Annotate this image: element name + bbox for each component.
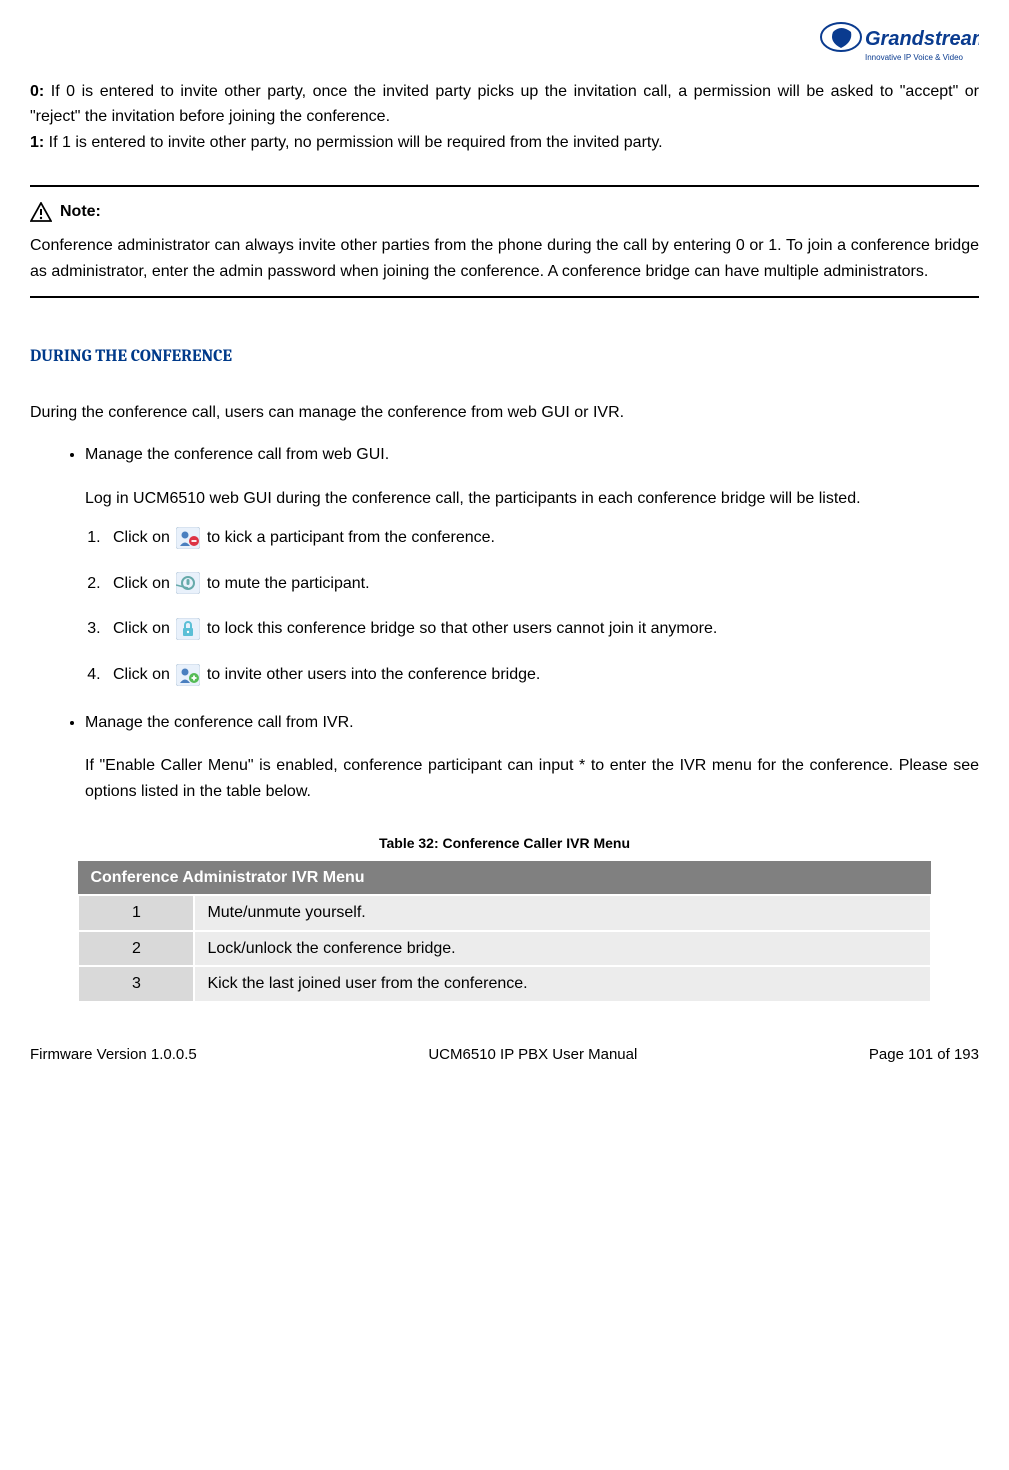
warning-icon — [30, 202, 52, 222]
mute-participant-icon — [176, 572, 200, 594]
table-header: Conference Administrator IVR Menu — [78, 861, 930, 896]
kick-participant-icon — [176, 527, 200, 549]
table-row: 3 Kick the last joined user from the con… — [78, 966, 930, 1002]
page-footer: Firmware Version 1.0.0.5 UCM6510 IP PBX … — [30, 1043, 979, 1067]
intro-paragraph: 0: If 0 is entered to invite other party… — [30, 79, 979, 156]
bullet-web-title: Manage the conference call from web GUI. — [85, 446, 389, 463]
invite-user-icon — [176, 664, 200, 686]
step-mute: Click on to mute the participant. — [105, 571, 979, 597]
bullet-web-gui: Manage the conference call from web GUI.… — [85, 442, 979, 688]
zero-text: If 0 is entered to invite other party, o… — [30, 83, 979, 126]
brand-logo: Grandstream Innovative IP Voice & Video — [819, 20, 979, 79]
table-caption: Table 32: Conference Caller IVR Menu — [30, 832, 979, 854]
note-text: Conference administrator can always invi… — [30, 233, 979, 284]
table-row: 2 Lock/unlock the conference bridge. — [78, 931, 930, 967]
step-lock: Click on to lock this conference bridge … — [105, 616, 979, 642]
ivr-desc: Kick the last joined user from the confe… — [194, 966, 930, 1002]
ivr-key: 1 — [78, 895, 194, 931]
bullet-ivr-title: Manage the conference call from IVR. — [85, 714, 354, 731]
one-text: If 1 is entered to invite other party, n… — [44, 134, 662, 151]
ivr-menu-table: Conference Administrator IVR Menu 1 Mute… — [77, 861, 931, 1003]
note-label: Note: — [60, 199, 101, 225]
note-box: Note: Conference administrator can alway… — [30, 185, 979, 298]
ivr-desc: Mute/unmute yourself. — [194, 895, 930, 931]
step-kick: Click on to kick a participant from the … — [105, 525, 979, 551]
ivr-key: 2 — [78, 931, 194, 967]
one-label: 1: — [30, 134, 44, 151]
footer-title: UCM6510 IP PBX User Manual — [428, 1043, 637, 1067]
table-row: 1 Mute/unmute yourself. — [78, 895, 930, 931]
lock-bridge-icon — [176, 618, 200, 640]
bullet-ivr-desc: If "Enable Caller Menu" is enabled, conf… — [85, 753, 979, 804]
footer-page: Page 101 of 193 — [869, 1043, 979, 1067]
logo-tagline-text: Innovative IP Voice & Video — [865, 53, 964, 62]
logo-brand-text: Grandstream — [865, 28, 979, 50]
section-intro: During the conference call, users can ma… — [30, 400, 979, 426]
zero-label: 0: — [30, 83, 44, 100]
bullet-web-desc: Log in UCM6510 web GUI during the confer… — [85, 486, 979, 512]
step-invite: Click on to invite other users into the … — [105, 662, 979, 688]
section-heading: DURING THE CONFERENCE — [30, 343, 979, 370]
bullet-ivr: Manage the conference call from IVR. If … — [85, 710, 979, 805]
footer-firmware: Firmware Version 1.0.0.5 — [30, 1043, 197, 1067]
ivr-desc: Lock/unlock the conference bridge. — [194, 931, 930, 967]
ivr-key: 3 — [78, 966, 194, 1002]
